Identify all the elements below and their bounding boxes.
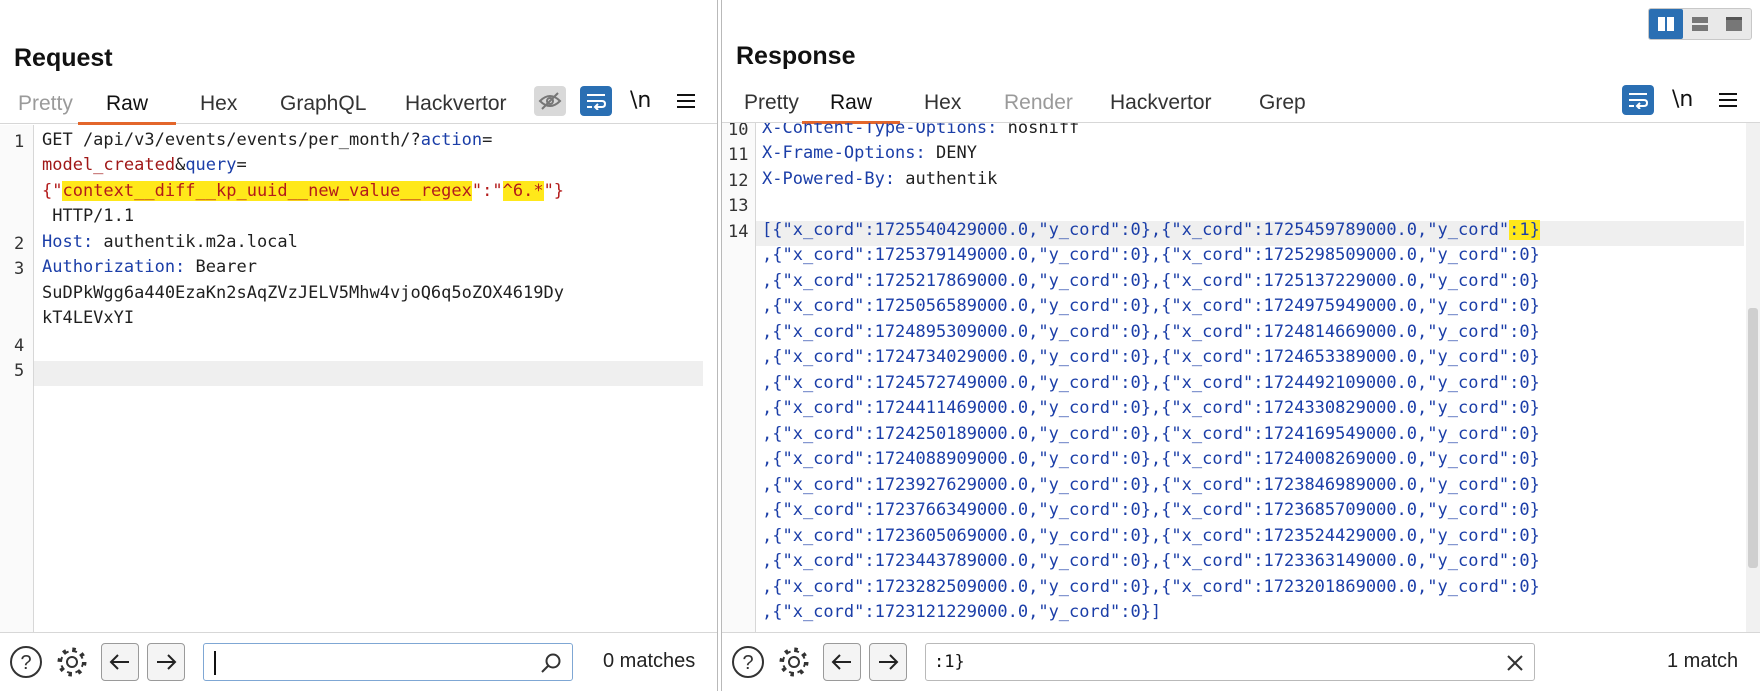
response-editor[interactable]: 10 11 12 13 14 X-Content-Type-Options: n… <box>722 123 1760 632</box>
help-icon[interactable]: ? <box>8 644 44 680</box>
menu-icon[interactable] <box>670 86 702 116</box>
back-arrow-icon[interactable] <box>101 643 139 681</box>
tab-hackvertor[interactable]: Hackvertor <box>405 92 507 116</box>
response-body-row: ,{"x_cord":1724895309000.0,"y_cord":0},{… <box>762 322 1540 342</box>
search-icon <box>541 653 561 673</box>
tab-hackvertor[interactable]: Hackvertor <box>1110 91 1212 115</box>
svg-text:?: ? <box>20 652 31 674</box>
tab-pretty[interactable]: Pretty <box>18 92 73 116</box>
clear-icon[interactable] <box>1506 654 1524 672</box>
menu-icon[interactable] <box>1712 85 1744 115</box>
tab-hex[interactable]: Hex <box>200 92 237 116</box>
response-body-row: ,{"x_cord":1723927629000.0,"y_cord":0},{… <box>762 475 1540 495</box>
response-body-row: ,{"x_cord":1724411469000.0,"y_cord":0},{… <box>762 398 1540 418</box>
layout-split-icon[interactable] <box>1649 9 1683 39</box>
forward-arrow-icon[interactable] <box>869 643 907 681</box>
eye-off-icon[interactable] <box>534 86 566 116</box>
response-pane: Response Pretty Raw Hex Render Hackverto… <box>721 0 1760 691</box>
wrap-icon[interactable] <box>580 86 612 116</box>
response-body-row: ,{"x_cord":1724734029000.0,"y_cord":0},{… <box>762 347 1540 367</box>
response-body-row: ,{"x_cord":1725056589000.0,"y_cord":0},{… <box>762 296 1540 316</box>
request-tabs: Pretty Raw Hex GraphQL Hackvertor \n <box>0 86 717 125</box>
help-icon[interactable]: ? <box>730 644 766 680</box>
tab-raw[interactable]: Raw <box>801 91 901 124</box>
layout-tabs-icon[interactable] <box>1717 9 1751 39</box>
line-number: 4 <box>14 336 25 356</box>
request-search-bar: ? 0 matches <box>0 632 717 691</box>
back-arrow-icon[interactable] <box>823 643 861 681</box>
current-line <box>34 361 703 386</box>
tab-render[interactable]: Render <box>1004 91 1073 115</box>
response-body-row: ,{"x_cord":1723121229000.0,"y_cord":0}] <box>762 602 1162 622</box>
response-body-row: ,{"x_cord":1725217869000.0,"y_cord":0},{… <box>762 271 1540 291</box>
match-highlight: :1} <box>1509 220 1540 240</box>
response-body-row: ,{"x_cord":1724088909000.0,"y_cord":0},{… <box>762 449 1540 469</box>
response-title: Response <box>736 42 856 70</box>
wrap-icon[interactable] <box>1622 85 1654 115</box>
line-number: 14 <box>728 222 749 242</box>
response-body-row: ,{"x_cord":1723766349000.0,"y_cord":0},{… <box>762 500 1540 520</box>
scrollbar-thumb[interactable] <box>1748 308 1758 568</box>
vertical-scrollbar[interactable] <box>1746 123 1760 632</box>
forward-arrow-icon[interactable] <box>147 643 185 681</box>
line-number: 3 <box>14 259 25 279</box>
newline-toggle[interactable]: \n <box>630 88 651 113</box>
layout-stack-icon[interactable] <box>1683 9 1717 39</box>
layout-toggle[interactable] <box>1648 8 1752 40</box>
response-header: X-Content-Type-Options: nosniff <box>762 123 1080 138</box>
response-body-row: ,{"x_cord":1723605069000.0,"y_cord":0},{… <box>762 526 1540 546</box>
request-line-2: Host: authentik.m2a.local <box>42 232 298 252</box>
response-body-row: ,{"x_cord":1724572749000.0,"y_cord":0},{… <box>762 373 1540 393</box>
response-body-row: ,{"x_cord":1723443789000.0,"y_cord":0},{… <box>762 551 1540 571</box>
line-number: 10 <box>728 123 749 140</box>
response-body-row: ,{"x_cord":1724250189000.0,"y_cord":0},{… <box>762 424 1540 444</box>
match-count: 0 matches <box>603 650 696 672</box>
match-highlight: ^6.* <box>502 181 544 201</box>
svg-text:?: ? <box>742 652 753 674</box>
newline-toggle[interactable]: \n <box>1672 87 1693 112</box>
response-header: X-Powered-By: authentik <box>762 169 998 189</box>
line-number: 12 <box>728 171 749 191</box>
tab-hex[interactable]: Hex <box>924 91 961 115</box>
request-line-1: GET /api/v3/events/events/per_month/?act… <box>42 130 493 150</box>
search-input[interactable] <box>203 643 573 681</box>
match-count: 1 match <box>1667 650 1739 672</box>
text-cursor <box>214 651 216 675</box>
match-highlight: context__diff__kp_uuid__new_value__regex <box>62 181 472 201</box>
request-token-cont: kT4LEVxYI <box>42 308 135 328</box>
request-protocol: HTTP/1.1 <box>42 206 135 226</box>
response-body-row: ,{"x_cord":1723282509000.0,"y_cord":0},{… <box>762 577 1540 597</box>
tab-raw[interactable]: Raw <box>77 92 177 125</box>
line-number: 5 <box>14 361 25 381</box>
response-body-row: ,{"x_cord":1725379149000.0,"y_cord":0},{… <box>762 245 1540 265</box>
request-line-3: Authorization: Bearer <box>42 257 257 277</box>
request-editor[interactable]: 1 2 3 4 5 GET /api/v3/events/events/per_… <box>0 125 717 632</box>
request-query-json: {"context__diff__kp_uuid__new_value__reg… <box>42 181 565 201</box>
response-tabs: Pretty Raw Hex Render Hackvertor Grep \n <box>722 85 1760 124</box>
request-token: SuDPkWgg6a440EzaKn2sAqZVzJELV5Mhw4vjoQ6q… <box>42 283 564 303</box>
tab-pretty[interactable]: Pretty <box>744 91 799 115</box>
response-header: X-Frame-Options: DENY <box>762 143 977 163</box>
request-title: Request <box>14 44 113 72</box>
request-line-1-cont: model_created&query= <box>42 155 247 175</box>
line-number: 2 <box>14 234 25 254</box>
response-body-row: [{"x_cord":1725540429000.0,"y_cord":0},{… <box>762 220 1540 240</box>
request-pane: Request Pretty Raw Hex GraphQL Hackverto… <box>0 0 718 691</box>
line-number: 1 <box>14 132 25 152</box>
response-search-bar: ? :1} 1 match <box>722 632 1760 691</box>
tab-grep[interactable]: Grep <box>1259 91 1306 115</box>
gear-icon[interactable] <box>54 644 90 680</box>
search-input[interactable]: :1} <box>925 643 1535 681</box>
line-number: 11 <box>728 145 749 165</box>
line-number: 13 <box>728 196 749 216</box>
gear-icon[interactable] <box>776 644 812 680</box>
tab-graphql[interactable]: GraphQL <box>280 92 366 116</box>
